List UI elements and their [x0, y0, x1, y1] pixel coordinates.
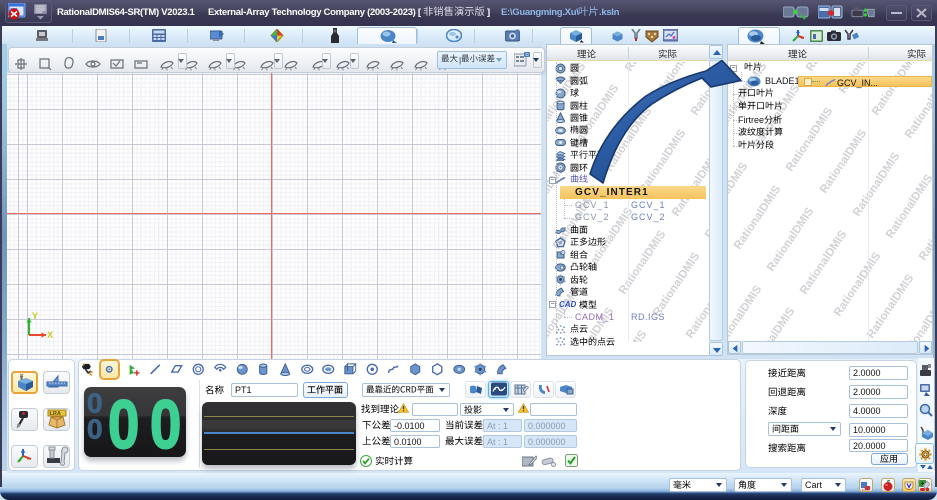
svg-text:X: X	[47, 330, 53, 340]
svg-text:LRA: LRA	[50, 411, 61, 417]
svg-text:Y: Y	[32, 311, 38, 321]
